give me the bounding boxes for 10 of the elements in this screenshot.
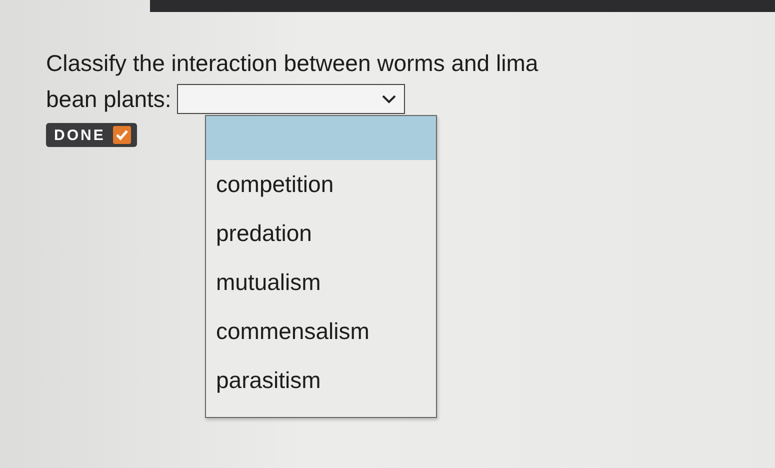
dropdown-option[interactable]: mutualism [206,258,436,307]
question-text: bean plants: [46,85,172,114]
question-text: Classify the interaction between worms and lima [46,50,538,76]
chevron-icon [382,94,396,104]
dropdown-option[interactable]: predation [206,209,436,258]
dropdown-option[interactable]: commensalism [206,307,436,356]
dropdown-option[interactable]: competition [206,160,436,209]
done-button[interactable]: DONE [46,123,138,147]
dropdown-option[interactable]: parasitism [206,356,436,405]
answer-dropdown[interactable] [177,84,406,114]
